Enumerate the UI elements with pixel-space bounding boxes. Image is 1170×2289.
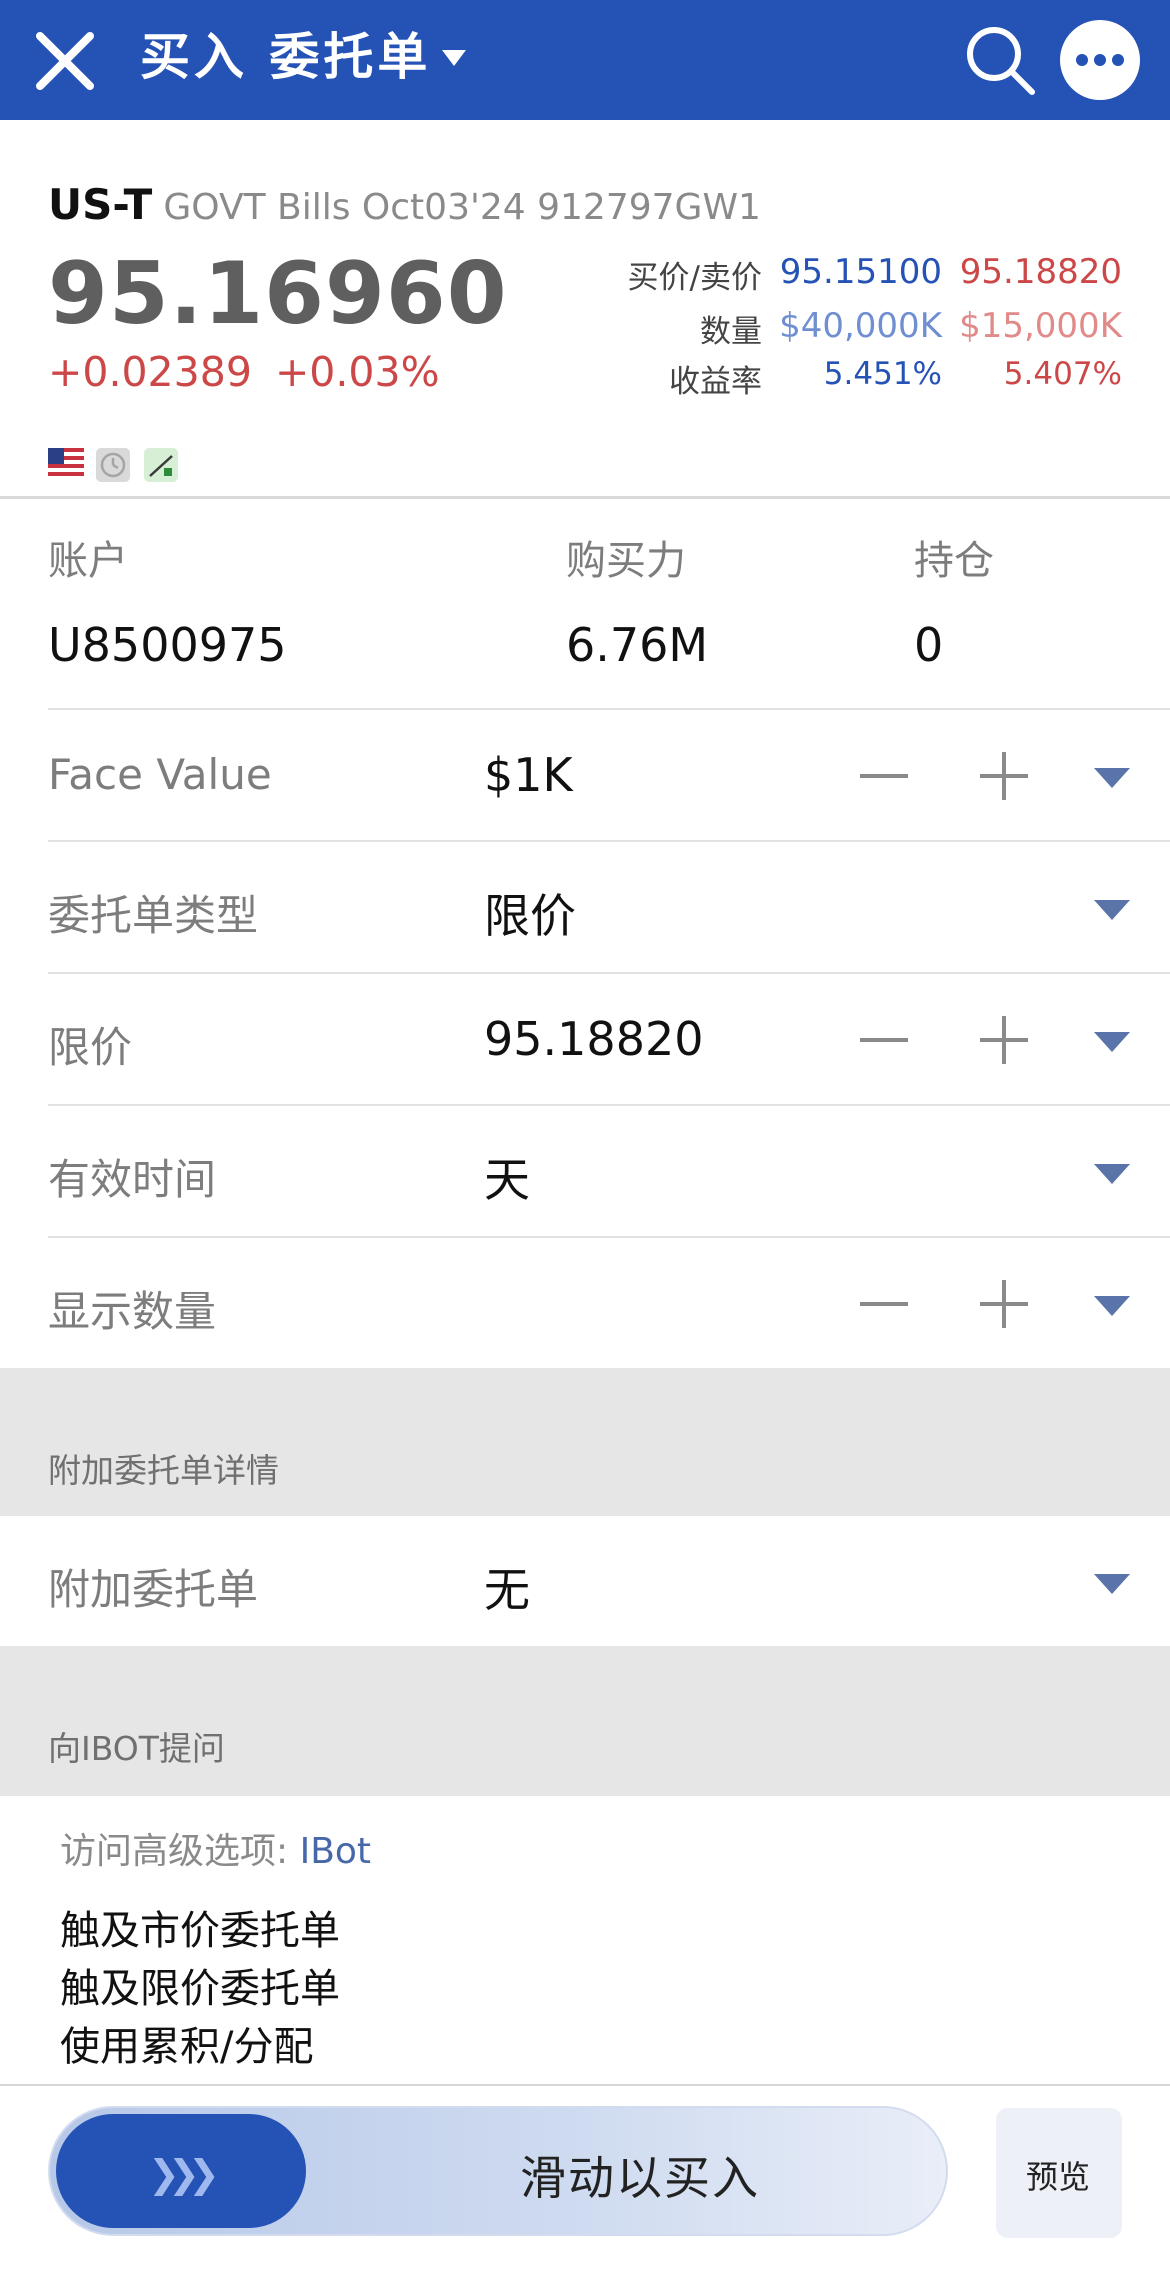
minus-icon[interactable] — [860, 1302, 908, 1306]
last-price: 95.16960 — [48, 244, 508, 344]
attached-order-section-header: 附加委托单详情 — [0, 1368, 1170, 1516]
position-label: 持仓 — [914, 538, 994, 584]
yield-row: 收益率 5.451% 5.407% — [562, 356, 1122, 406]
bottom-action-bar: ❯ ❯ ❯ 滑动以买入 预览 — [0, 2084, 1170, 2289]
order-title[interactable]: 买入 委托单 — [140, 26, 431, 88]
price-change: +0.02389 +0.03% — [48, 348, 440, 396]
section-title: 向IBOT提问 — [48, 1729, 225, 1768]
change-percent: +0.03% — [274, 348, 440, 396]
symbol: US-T — [48, 180, 153, 229]
attached-order-label: 附加委托单 — [48, 1565, 259, 1614]
limit-price-label: 限价 — [48, 1023, 133, 1072]
divider — [0, 496, 1170, 499]
bid-size: $40,000K — [779, 306, 942, 346]
dropdown-arrow-icon[interactable] — [1094, 1032, 1130, 1052]
bid-yield: 5.451% — [823, 356, 942, 392]
plus-icon[interactable] — [980, 1280, 1028, 1328]
clock-icon — [96, 448, 130, 482]
face-value-label: Face Value — [48, 750, 272, 799]
chevron-right-icon: ❯ — [188, 2152, 220, 2196]
dropdown-arrow-icon[interactable] — [1094, 1164, 1130, 1184]
section-title: 附加委托单详情 — [48, 1451, 279, 1490]
plus-icon[interactable] — [980, 752, 1028, 800]
minus-icon[interactable] — [860, 1038, 908, 1042]
close-icon[interactable] — [34, 30, 96, 92]
buying-power-value: 6.76M — [566, 618, 709, 672]
us-flag-icon — [48, 448, 84, 480]
time-in-force-row: 有效时间 天 — [48, 1104, 1170, 1236]
ibot-suggestion[interactable]: 使用累积/分配 — [60, 2014, 313, 2072]
search-icon[interactable] — [962, 22, 1038, 98]
ibot-suggestion[interactable]: 触及市价委托单 — [60, 1898, 340, 1956]
preview-label: 预览 — [1026, 2158, 1091, 2196]
chevron-down-icon[interactable] — [442, 50, 466, 66]
ibot-section-header: 向IBOT提问 — [0, 1646, 1170, 1796]
plus-icon[interactable] — [980, 1016, 1028, 1064]
chart-icon — [144, 448, 178, 482]
dropdown-arrow-icon[interactable] — [1094, 1296, 1130, 1316]
size-label: 数量 — [700, 314, 762, 350]
display-size-row: 显示数量 — [48, 1236, 1170, 1368]
ibot-suggestion[interactable]: 触及限价委托单 — [60, 1956, 340, 2014]
ask-yield: 5.407% — [1003, 356, 1122, 392]
attached-order-row: 附加委托单 无 — [48, 1516, 1170, 1648]
attached-order-select[interactable]: 无 — [484, 1554, 530, 1620]
ibot-access-label: 访问高级选项: — [60, 1831, 289, 1872]
dropdown-arrow-icon[interactable] — [1094, 1574, 1130, 1594]
ibot-access: 访问高级选项: IBot — [60, 1822, 371, 1874]
limit-price-input[interactable]: 95.18820 — [484, 1012, 704, 1066]
change-value: +0.02389 — [48, 348, 252, 396]
ask-price[interactable]: 95.18820 — [960, 252, 1122, 292]
order-type-select[interactable]: 限价 — [484, 880, 576, 946]
ibot-link[interactable]: IBot — [300, 1831, 371, 1872]
dropdown-arrow-icon[interactable] — [1094, 768, 1130, 788]
slide-to-buy-slider[interactable]: ❯ ❯ ❯ 滑动以买入 — [48, 2106, 948, 2236]
order-type-row: 委托单类型 限价 — [48, 840, 1170, 972]
slider-handle[interactable]: ❯ ❯ ❯ — [56, 2114, 306, 2228]
ask-size: $15,000K — [959, 306, 1122, 346]
account-value[interactable]: U8500975 — [48, 618, 287, 672]
preview-button[interactable]: 预览 — [996, 2108, 1122, 2238]
dropdown-arrow-icon[interactable] — [1094, 900, 1130, 920]
more-icon[interactable] — [1060, 20, 1140, 100]
bid-ask-row: 买价/卖价 95.15100 95.18820 — [562, 252, 1122, 302]
position-value: 0 — [914, 618, 944, 672]
slide-label: 滑动以买入 — [520, 2151, 760, 2205]
limit-price-row: 限价 95.18820 — [48, 972, 1170, 1104]
display-size-label: 显示数量 — [48, 1287, 217, 1336]
instrument-description: GOVT Bills Oct03'24 912797GW1 — [163, 187, 761, 228]
minus-icon[interactable] — [860, 774, 908, 778]
header-bar: 买入 委托单 — [0, 0, 1170, 120]
instrument-title[interactable]: US-T GOVT Bills Oct03'24 912797GW1 — [48, 180, 761, 229]
account-label: 账户 — [48, 538, 128, 584]
order-type-label: 委托单类型 — [48, 891, 259, 940]
yield-label: 收益率 — [669, 364, 762, 400]
buying-power-label: 购买力 — [566, 538, 686, 584]
time-in-force-select[interactable]: 天 — [484, 1144, 530, 1210]
time-in-force-label: 有效时间 — [48, 1155, 217, 1204]
face-value-input[interactable]: $1K — [484, 748, 573, 802]
face-value-row: Face Value $1K — [48, 708, 1170, 840]
bid-price[interactable]: 95.15100 — [780, 252, 942, 292]
size-row: 数量 $40,000K $15,000K — [562, 306, 1122, 356]
bid-ask-label: 买价/卖价 — [627, 260, 762, 296]
